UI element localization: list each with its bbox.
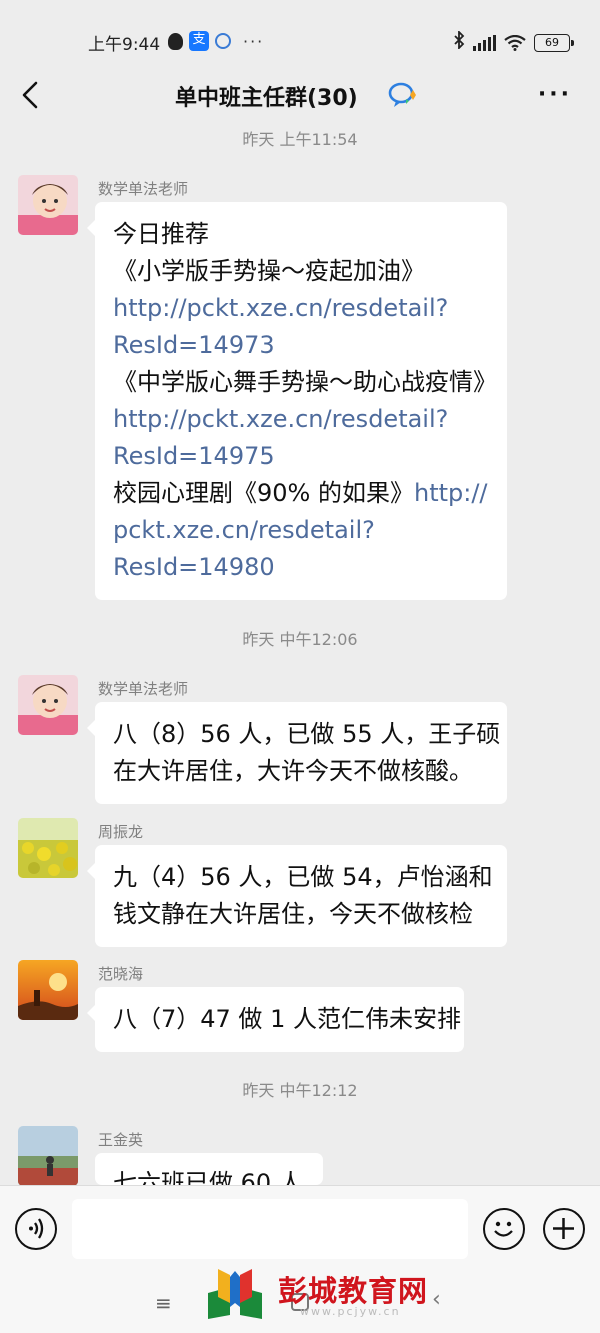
sender-name: 范晓海 — [98, 965, 144, 983]
signal-icon — [473, 34, 496, 51]
more-options-button[interactable]: ··· — [538, 82, 572, 107]
message-bubble[interactable]: 七六班已做 60 人 — [95, 1153, 323, 1185]
avatar-math-teacher[interactable] — [18, 675, 78, 735]
voice-button[interactable] — [15, 1208, 57, 1250]
emoji-button[interactable] — [483, 1208, 525, 1250]
avatar-zhou[interactable] — [18, 818, 78, 878]
emoji-icon — [494, 1221, 513, 1237]
battery-icon: 69 — [534, 33, 574, 52]
voice-icon — [29, 1218, 44, 1239]
avatar-fan[interactable] — [18, 960, 78, 1020]
notification-icons: 支 ··· — [168, 31, 264, 51]
system-icons: 69 — [453, 29, 574, 54]
message-link[interactable]: ResId=14973 — [113, 327, 489, 364]
message-line: 《中学版心舞手势操～助心战疫情》 — [113, 368, 497, 396]
book-logo-icon — [208, 1269, 262, 1319]
watermark-text: 彭城教育网 — [278, 1274, 429, 1308]
timestamp: 昨天 中午12:12 — [242, 1081, 358, 1100]
avatar-wang[interactable] — [18, 1126, 78, 1186]
chevron-left-icon — [22, 81, 38, 109]
back-button[interactable] — [18, 80, 44, 110]
bluetooth-icon — [453, 29, 465, 54]
menu-nav-button[interactable]: ≡ — [155, 1291, 172, 1315]
message-bubble[interactable]: 今日推荐 《小学版手势操～疫起加油》 http://pckt.xze.cn/re… — [87, 202, 507, 600]
timestamp: 昨天 上午11:54 — [242, 130, 358, 149]
timestamp: 昨天 中午12:06 — [242, 630, 358, 649]
message-link[interactable]: pckt.xze.cn/resdetail? — [113, 512, 489, 549]
sender-name: 数学单法老师 — [98, 680, 189, 698]
input-bar — [0, 1185, 600, 1273]
plus-button[interactable] — [543, 1208, 585, 1250]
message-bubble[interactable]: 九（4）56 人，已做 54，卢怡涵和 钱文静在大许居住，今天不做核检 — [87, 845, 507, 947]
group-chat-icon[interactable] — [388, 81, 420, 109]
message-bubble[interactable]: 八（7）47 做 1 人范仁伟未安排 — [87, 987, 464, 1052]
message-line: 八（7）47 做 1 人范仁伟未安排 — [113, 1005, 461, 1033]
chat-title: 单中班主任群(30) — [175, 86, 358, 111]
plus-icon — [553, 1218, 574, 1239]
chat-header: 单中班主任群(30) ··· — [0, 64, 600, 126]
alipay-icon: 支 — [189, 31, 209, 51]
more-notifications-icon: ··· — [243, 31, 265, 51]
message-text: 校园心理剧《90% 的如果》 — [113, 479, 414, 507]
message-link[interactable]: http://pckt.xze.cn/resdetail? — [113, 290, 489, 327]
message-input[interactable] — [72, 1199, 468, 1259]
message-line: 今日推荐 — [113, 220, 209, 248]
sender-name: 数学单法老师 — [98, 180, 189, 198]
wifi-icon — [504, 34, 526, 51]
message-link[interactable]: http:// — [414, 479, 488, 507]
message-line: 校园心理剧《90% 的如果》http:// — [113, 475, 489, 512]
watermark-url: www.pcjyw.cn — [300, 1305, 401, 1318]
message-bubble[interactable]: 八（8）56 人，已做 55 人，王子硕 在大许居住，大许今天不做核酸。 — [87, 702, 507, 804]
message-link[interactable]: ResId=14975 — [113, 438, 489, 475]
message-line: 钱文静在大许居住，今天不做核检 — [113, 900, 473, 928]
app-notification-icon — [215, 33, 231, 49]
message-line: 七六班已做 60 人 — [113, 1169, 303, 1185]
status-time: 上午9:44 — [88, 35, 161, 55]
sender-name: 王金英 — [98, 1131, 144, 1149]
message-link[interactable]: http://pckt.xze.cn/resdetail? — [113, 401, 489, 438]
qq-icon — [168, 32, 183, 50]
message-line: 在大许居住，大许今天不做核酸。 — [113, 757, 473, 785]
avatar-math-teacher[interactable] — [18, 175, 78, 235]
message-line: 九（4）56 人，已做 54，卢怡涵和 — [113, 863, 493, 891]
message-line: 八（8）56 人，已做 55 人，王子硕 — [113, 720, 501, 748]
message-link[interactable]: ResId=14980 — [113, 549, 489, 586]
sender-name: 周振龙 — [98, 823, 144, 841]
message-line: 《小学版手势操～疫起加油》 — [113, 257, 425, 285]
